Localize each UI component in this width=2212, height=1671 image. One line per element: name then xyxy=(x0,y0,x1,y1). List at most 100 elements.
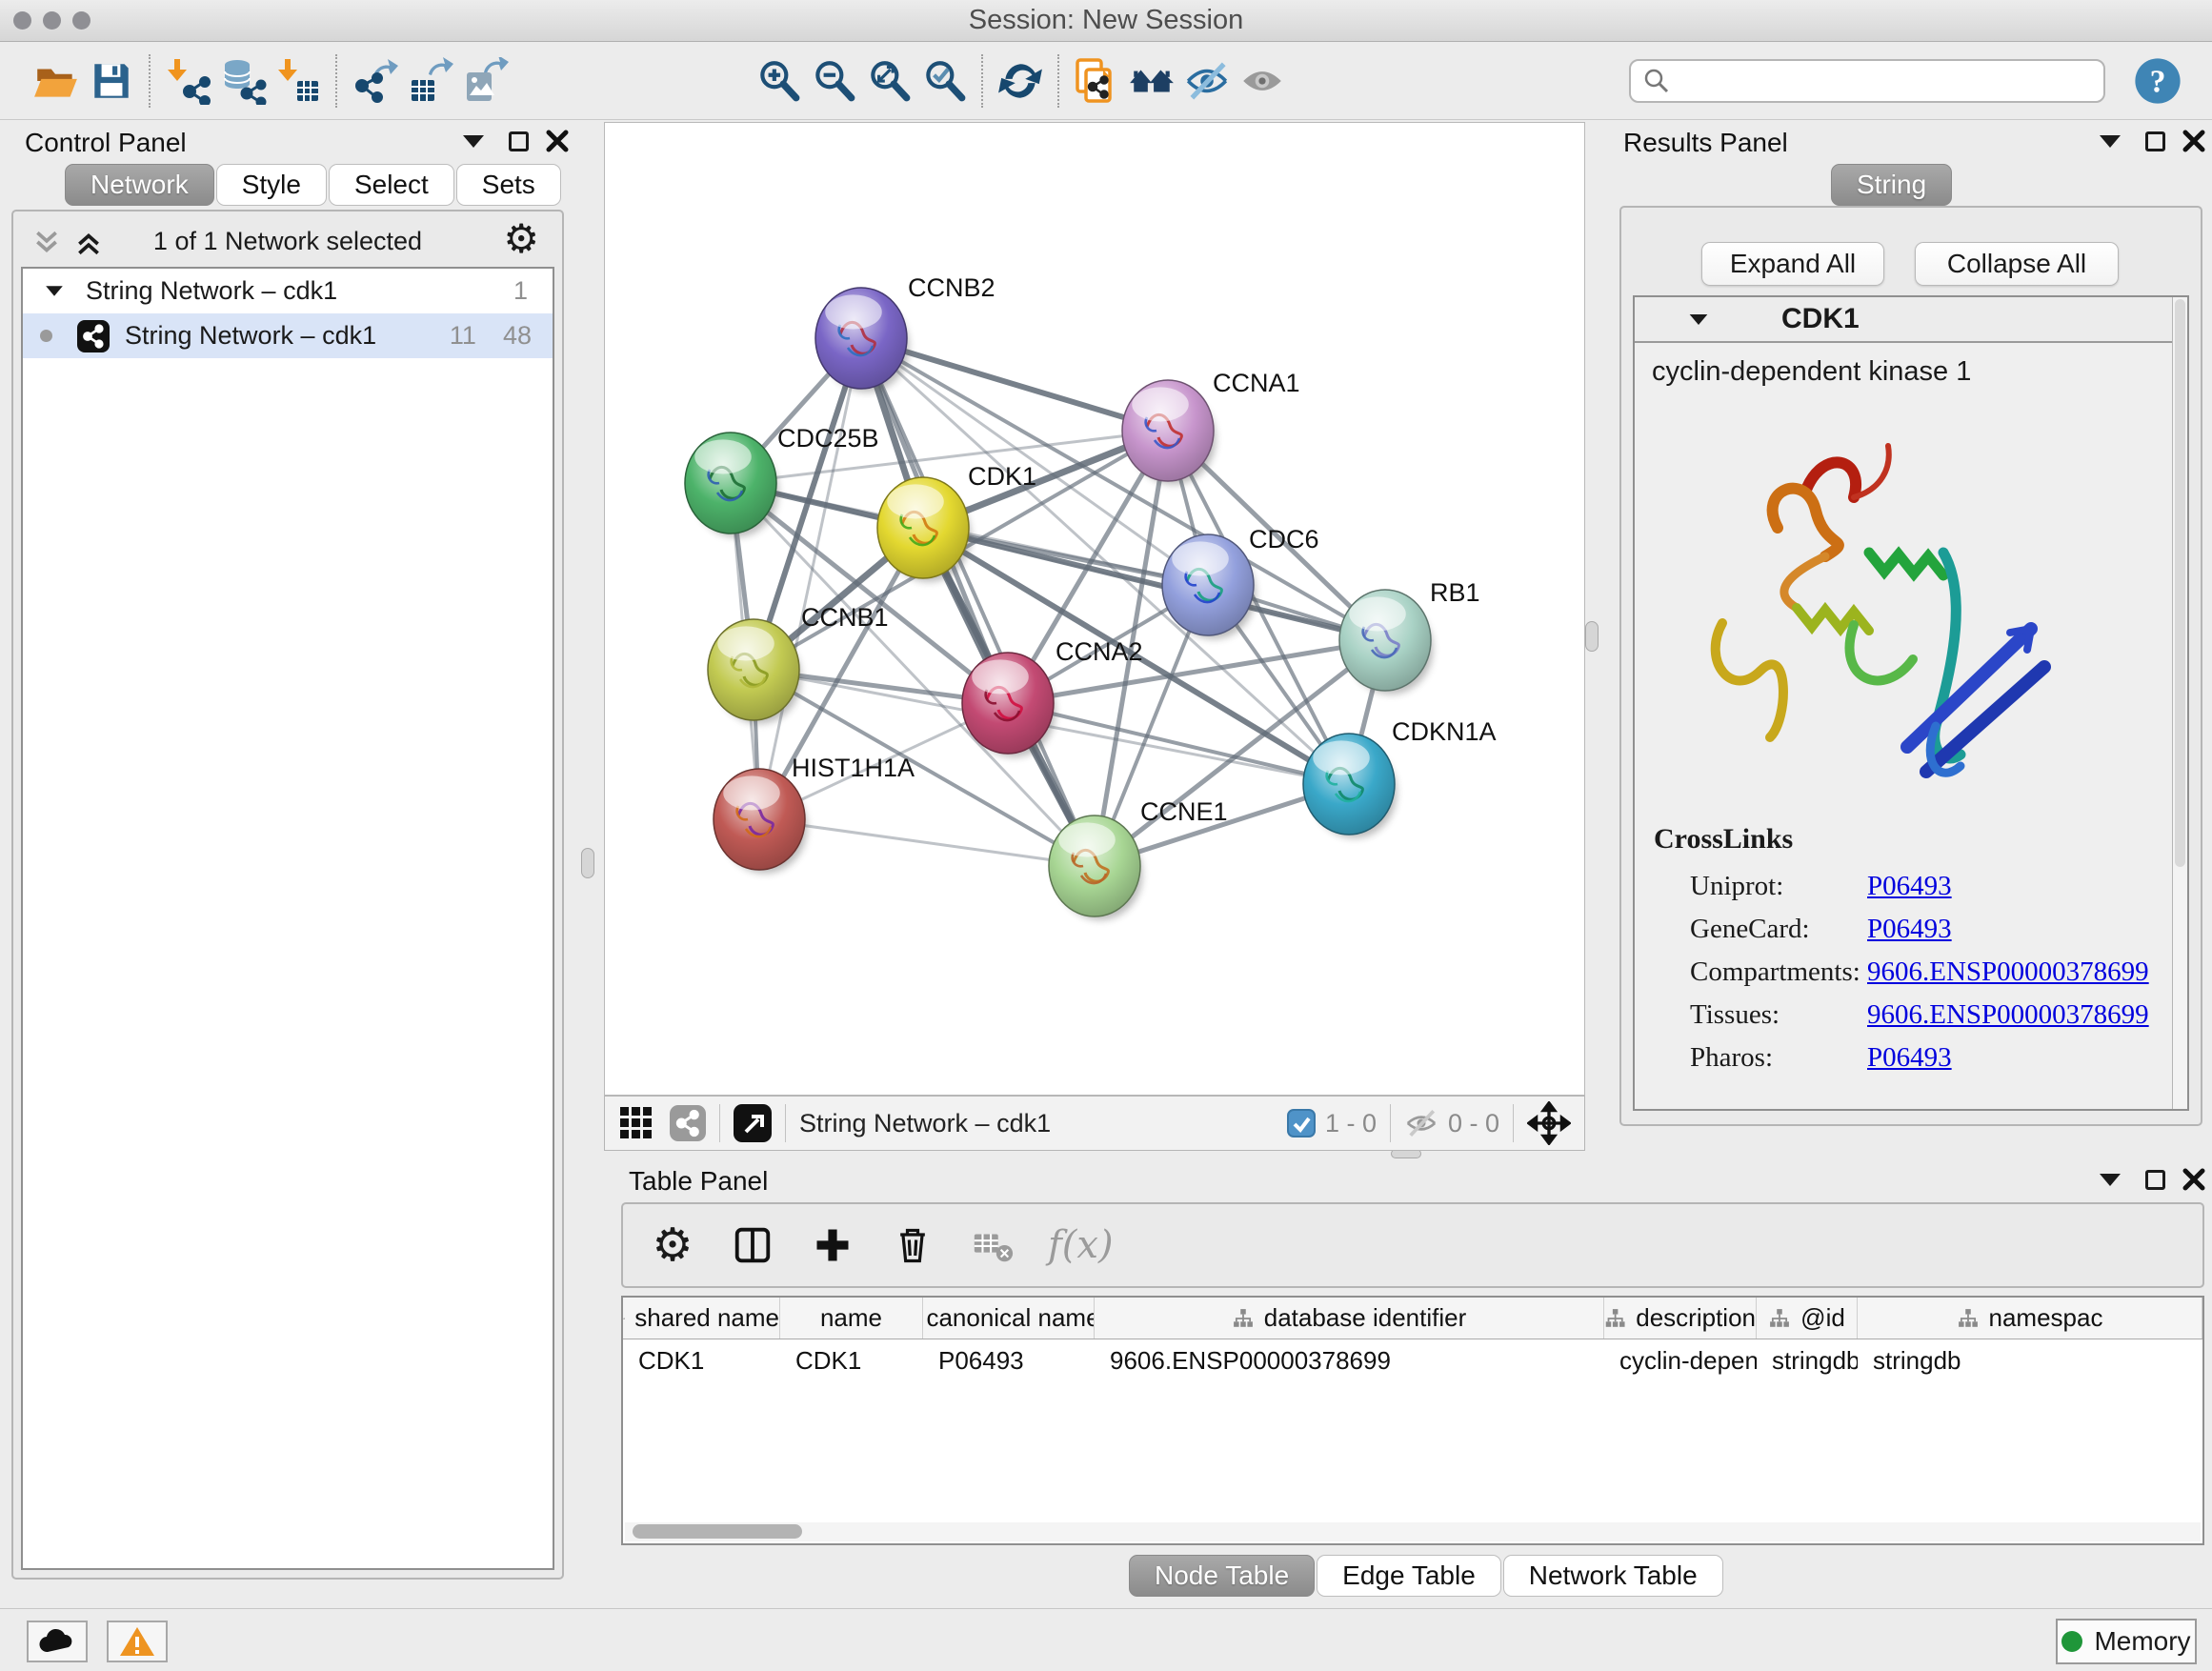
tab-network-table[interactable]: Network Table xyxy=(1503,1555,1723,1597)
table-panel-float-icon[interactable] xyxy=(2145,1170,2165,1190)
zoom-selected-button[interactable] xyxy=(917,52,971,110)
save-session-button[interactable] xyxy=(85,52,138,110)
table-cell[interactable]: P06493 xyxy=(923,1339,1095,1381)
gene-header-row[interactable]: CDK1 xyxy=(1635,297,2187,343)
network-node-CDC25B[interactable] xyxy=(685,433,778,537)
tab-style[interactable]: Style xyxy=(216,164,327,206)
cloud-button[interactable] xyxy=(27,1621,88,1662)
results-panel-float-icon[interactable] xyxy=(2145,131,2165,151)
uniprot-link[interactable]: P06493 xyxy=(1867,871,1952,901)
open-session-button[interactable] xyxy=(30,52,83,110)
network-node-CDK1[interactable] xyxy=(877,477,971,582)
houses-icon xyxy=(1128,57,1176,105)
pharos-link[interactable]: P06493 xyxy=(1867,1042,1952,1073)
network-options-gear-icon[interactable]: ⚙ xyxy=(503,219,539,259)
network-row[interactable]: String Network – cdk1 11 48 xyxy=(23,313,553,358)
expand-all-button[interactable]: Expand All xyxy=(1701,242,1884,286)
column-header-@id[interactable]: @id xyxy=(1757,1298,1858,1339)
results-panel-close-icon[interactable] xyxy=(2182,129,2206,153)
tab-edge-table[interactable]: Edge Table xyxy=(1317,1555,1501,1597)
table-panel-close-icon[interactable] xyxy=(2182,1167,2206,1192)
collapse-all-button[interactable]: Collapse All xyxy=(1915,242,2119,286)
network-node-CCNB1[interactable] xyxy=(708,619,801,724)
export-image-button[interactable] xyxy=(458,52,512,110)
tab-select[interactable]: Select xyxy=(329,164,454,206)
table-row[interactable]: CDK1CDK1P064939606.ENSP00000378699cyclin… xyxy=(623,1339,2202,1381)
network-canvas[interactable]: CCNB2CCNA1CDC25BCDK1CDC6RB1CCNB1CCNA2CDK… xyxy=(604,122,1585,1096)
node-label-RB1: RB1 xyxy=(1430,578,1480,607)
import-network-file-button[interactable] xyxy=(161,52,214,110)
import-network-database-button[interactable] xyxy=(216,52,270,110)
table-hscrollbar-thumb[interactable] xyxy=(633,1524,802,1539)
left-splitter-handle[interactable] xyxy=(581,848,594,878)
zoom-fit-button[interactable] xyxy=(862,52,915,110)
table-hscrollbar-track[interactable] xyxy=(625,1522,2201,1541)
tissues-link[interactable]: 9606.ENSP00000378699 xyxy=(1867,999,2149,1030)
table-cell[interactable]: CDK1 xyxy=(623,1339,780,1381)
results-scrollbar-track[interactable] xyxy=(2172,297,2187,1109)
tab-sets[interactable]: Sets xyxy=(456,164,561,206)
column-header-database-identifier[interactable]: database identifier xyxy=(1095,1298,1604,1339)
import-table-button[interactable] xyxy=(271,52,325,110)
tab-string[interactable]: String xyxy=(1831,164,1952,206)
birdseye-view-icon[interactable] xyxy=(734,1104,772,1142)
tab-network[interactable]: Network xyxy=(65,164,214,206)
string-network-graph[interactable]: CCNB2CCNA1CDC25BCDK1CDC6RB1CCNB1CCNA2CDK… xyxy=(605,123,1584,1093)
table-options-gear-icon[interactable]: ⚙ xyxy=(648,1220,697,1270)
warnings-button[interactable] xyxy=(107,1621,168,1662)
table-cell[interactable]: 9606.ENSP00000378699 xyxy=(1095,1339,1604,1381)
network-node-CCNE1[interactable] xyxy=(1049,815,1142,920)
search-input[interactable] xyxy=(1671,66,2092,95)
help-button[interactable]: ? xyxy=(2132,55,2183,107)
control-panel-close-icon[interactable] xyxy=(545,129,570,153)
table-cell[interactable]: stringdb xyxy=(1858,1339,2202,1381)
delete-column-button[interactable] xyxy=(888,1220,937,1270)
column-header-description[interactable]: description xyxy=(1604,1298,1757,1339)
clear-table-button[interactable] xyxy=(968,1220,1017,1270)
clone-network-button[interactable] xyxy=(1070,52,1123,110)
table-cell[interactable]: cyclin-dependent ... xyxy=(1604,1339,1757,1381)
collection-expand-icon[interactable] xyxy=(46,286,63,295)
refresh-button[interactable] xyxy=(994,52,1047,110)
grid-view-icon[interactable] xyxy=(618,1105,654,1141)
memory-button[interactable]: Memory xyxy=(2056,1619,2197,1664)
network-node-CDKN1A[interactable] xyxy=(1303,734,1397,838)
table-cell[interactable]: stringdb:9... xyxy=(1757,1339,1858,1381)
export-network-button[interactable] xyxy=(348,52,401,110)
show-columns-button[interactable] xyxy=(728,1220,777,1270)
export-table-button[interactable] xyxy=(403,52,456,110)
column-header-shared-name[interactable]: shared name xyxy=(623,1298,780,1339)
zoom-in-button[interactable] xyxy=(752,52,805,110)
column-header-name[interactable]: name xyxy=(780,1298,923,1339)
network-node-RB1[interactable] xyxy=(1339,590,1433,695)
network-node-CDC6[interactable] xyxy=(1162,534,1256,639)
add-column-button[interactable] xyxy=(808,1220,857,1270)
show-all-button[interactable] xyxy=(1236,52,1289,110)
column-header-canonical-name[interactable]: canonical name xyxy=(923,1298,1095,1339)
network-node-CCNA1[interactable] xyxy=(1122,380,1216,485)
pan-crosshair-icon[interactable] xyxy=(1527,1101,1571,1145)
table-panel-menu-icon[interactable] xyxy=(2100,1174,2121,1186)
compartments-link[interactable]: 9606.ENSP00000378699 xyxy=(1867,956,2149,987)
network-view-title: String Network – cdk1 xyxy=(799,1109,1051,1138)
table-cell[interactable]: CDK1 xyxy=(780,1339,923,1381)
crosslink-label: Tissues: xyxy=(1690,994,1860,1037)
network-view-icon[interactable] xyxy=(670,1105,706,1141)
function-builder-button[interactable]: f(x) xyxy=(1048,1220,1114,1270)
control-panel-float-icon[interactable] xyxy=(509,131,529,151)
genecard-link[interactable]: P06493 xyxy=(1867,914,1952,944)
zoom-out-button[interactable] xyxy=(807,52,860,110)
first-neighbors-button[interactable] xyxy=(1125,52,1178,110)
hidden-eye-slash-icon[interactable] xyxy=(1404,1106,1438,1140)
results-scrollbar-thumb[interactable] xyxy=(2175,299,2185,867)
control-panel-menu-icon[interactable] xyxy=(463,135,484,148)
results-panel-menu-icon[interactable] xyxy=(2100,135,2121,148)
gene-collapse-icon[interactable] xyxy=(1690,313,1708,324)
network-collection-row[interactable]: String Network – cdk1 1 xyxy=(23,269,553,313)
column-header-namespac[interactable]: namespac xyxy=(1858,1298,2202,1339)
hide-selected-button[interactable] xyxy=(1180,52,1234,110)
tab-node-table[interactable]: Node Table xyxy=(1129,1555,1315,1597)
selected-checkbox-icon[interactable] xyxy=(1287,1109,1316,1137)
right-splitter-handle[interactable] xyxy=(1585,621,1599,652)
network-node-HIST1H1A[interactable] xyxy=(714,769,807,874)
